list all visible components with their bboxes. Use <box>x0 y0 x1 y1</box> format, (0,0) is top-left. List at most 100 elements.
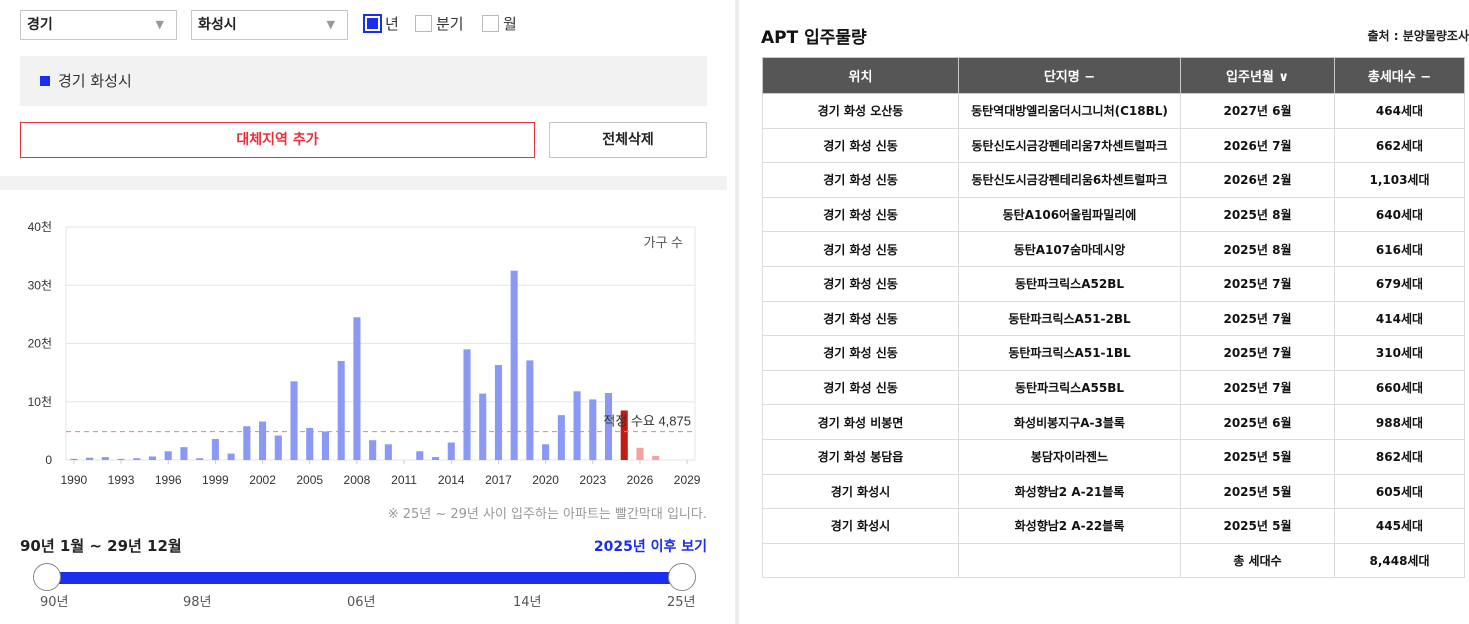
cell-move-in-date: 2025년 5월 <box>1180 508 1335 544</box>
cell-complex-name: 화성향남2 A-21블록 <box>958 473 1181 510</box>
table-row[interactable]: 경기 화성 신동 동탄파크릭스A52BL 2025년 7월 679세대 <box>762 265 1465 302</box>
table-row[interactable]: 경기 화성 신동 동탄A107숨마데시앙 2025년 8월 616세대 <box>762 231 1465 267</box>
x-tick-label: 2014 <box>438 473 465 487</box>
x-tick-label: 1993 <box>108 473 135 487</box>
cell-complex-name: 동탄A106어울림파밀리에 <box>958 196 1181 233</box>
cell-move-in-date: 2026년 7월 <box>1180 127 1335 164</box>
y-tick-label: 10천 <box>28 394 52 409</box>
bar-2014 <box>447 442 455 460</box>
bar-2020 <box>542 444 550 460</box>
add-region-button[interactable]: 대체지역 추가 <box>20 122 535 158</box>
cell-complex-name: 동탄파크릭스A52BL <box>958 265 1181 302</box>
x-tick-label: 1996 <box>155 473 182 487</box>
delete-all-button[interactable]: 전체삭제 <box>549 122 707 158</box>
total-label: 총 세대수 <box>1180 542 1335 579</box>
y-tick-label: 20천 <box>28 336 52 351</box>
apt-panel-title: APT 입주물량 <box>761 28 867 48</box>
cell-unit-count: 640세대 <box>1334 196 1465 233</box>
slider-tick-label: 06년 <box>347 595 376 610</box>
y-tick-label: 40천 <box>28 219 52 234</box>
table-row[interactable]: 경기 화성 신동 동탄A106어울림파밀리에 2025년 8월 640세대 <box>762 196 1465 233</box>
table-row[interactable]: 경기 화성 신동 동탄파크릭스A55BL 2025년 7월 660세대 <box>762 369 1465 406</box>
column-header-location[interactable]: 위치 <box>762 57 959 94</box>
cell-move-in-date: 2026년 2월 <box>1180 162 1335 198</box>
bar-2008 <box>353 317 361 460</box>
bar-2012 <box>416 451 424 460</box>
bar-2027 <box>652 455 660 460</box>
province-select[interactable]: 경기 ▼ <box>20 10 177 40</box>
bar-2019 <box>526 360 534 460</box>
slider-start-handle[interactable] <box>33 563 61 591</box>
supply-bar-chart: 0 10천 20천 30천 40천 1990 1993 1996 1999 2002 2005 200… <box>28 219 701 487</box>
x-tick-label: 1990 <box>61 473 88 487</box>
bar-2010 <box>384 444 392 460</box>
cell-location: 경기 화성 오산동 <box>762 93 959 129</box>
bar-2003 <box>274 435 282 460</box>
table-row[interactable]: 경기 화성 오산동 동탄역대방엘리움더시그니처(C18BL) 2027년 6월 464… <box>762 93 1465 129</box>
cell-unit-count: 414세대 <box>1334 300 1465 337</box>
period-year-label: 년 <box>385 15 399 33</box>
table-row[interactable]: 경기 화성 신동 동탄신도시금강펜테리움7차센트럴파크 2026년 7월 662세대 <box>762 127 1465 164</box>
table-row[interactable]: 경기 화성시 화성향남2 A-21블록 2025년 5월 605세대 <box>762 473 1465 510</box>
cell-location: 경기 화성 신동 <box>762 369 959 406</box>
x-tick-label: 2029 <box>674 473 701 487</box>
table-row[interactable]: 경기 화성시 화성향남2 A-22블록 2025년 5월 445세대 <box>762 508 1465 544</box>
cell-complex-name: 동탄신도시금강펜테리움7차센트럴파크 <box>958 127 1181 164</box>
supply-chart-panel: 경기 ▼ 화성시 ▼ 년 분기 월 경기 화성시 대체지역 추가 전체삭제 01… <box>0 0 727 624</box>
cell-unit-count: 605세대 <box>1334 473 1465 510</box>
series-label: 가구 수 <box>644 235 684 250</box>
x-tick-label: 1999 <box>202 473 229 487</box>
cell-unit-count: 679세대 <box>1334 265 1465 302</box>
period-year-checkbox[interactable]: 년 <box>363 14 399 34</box>
chevron-down-icon: ▼ <box>155 18 164 31</box>
cell-location: 경기 화성 신동 <box>762 265 959 302</box>
period-month-checkbox[interactable]: 월 <box>482 14 517 34</box>
x-tick-label: 2017 <box>485 473 512 487</box>
cell-empty <box>762 542 959 579</box>
bar-1994 <box>133 458 141 460</box>
cell-complex-name: 동탄A107숨마데시앙 <box>958 231 1181 267</box>
cell-empty <box>958 542 1181 579</box>
bar-2002 <box>259 421 267 460</box>
bar-1991 <box>86 457 94 460</box>
table-row[interactable]: 경기 화성 봉담읍 봉담자이라젠느 2025년 5월 862세대 <box>762 438 1465 475</box>
column-header-move-in[interactable]: 입주년월 ∨ <box>1180 57 1335 94</box>
chevron-down-icon: ▼ <box>326 18 335 31</box>
table-row[interactable]: 경기 화성 비봉면 화성비봉지구A-3블록 2025년 6월 988세대 <box>762 404 1465 440</box>
cell-location: 경기 화성 봉담읍 <box>762 438 959 475</box>
province-select-value: 경기 <box>27 17 53 33</box>
city-select[interactable]: 화성시 ▼ <box>191 10 348 40</box>
bar-2023 <box>589 399 597 460</box>
bar-1999 <box>211 439 219 460</box>
table-row[interactable]: 경기 화성 신동 동탄신도시금강펜테리움6차센트럴파크 2026년 2월 1,103세… <box>762 162 1465 198</box>
cell-unit-count: 662세대 <box>1334 127 1465 164</box>
chart-note: ※ 25년 ~ 29년 사이 입주하는 아파트는 빨간막대 입니다. <box>387 507 707 522</box>
period-range-label: 90년 1월 ~ 29년 12월 <box>20 537 182 555</box>
checkbox-checked-icon <box>363 14 382 33</box>
table-row[interactable]: 경기 화성 신동 동탄파크릭스A51-1BL 2025년 7월 310세대 <box>762 335 1465 371</box>
x-tick-label: 2005 <box>296 473 323 487</box>
cell-location: 경기 화성 비봉면 <box>762 404 959 440</box>
table-row[interactable]: 경기 화성 신동 동탄파크릭스A51-2BL 2025년 7월 414세대 <box>762 300 1465 337</box>
bar-2000 <box>227 453 235 460</box>
cell-move-in-date: 2027년 6월 <box>1180 93 1335 129</box>
total-value: 8,448세대 <box>1334 542 1465 579</box>
column-header-units[interactable]: 총세대수 − <box>1334 57 1465 94</box>
cell-unit-count: 310세대 <box>1334 335 1465 371</box>
slider-tick-label: 25년 <box>667 595 696 610</box>
cell-unit-count: 616세대 <box>1334 231 1465 267</box>
table-header-row: 위치 단지명 − 입주년월 ∨ 총세대수 − <box>762 57 1465 94</box>
slider-end-handle[interactable] <box>668 563 696 591</box>
apt-supply-panel: APT 입주물량 출처 : 분양물량조사 위치 단지명 − 입주년월 ∨ 총세대… <box>745 0 1469 624</box>
checkbox-empty-icon <box>415 15 432 32</box>
period-slider-track[interactable] <box>47 572 682 584</box>
cell-unit-count: 660세대 <box>1334 369 1465 406</box>
period-quarter-checkbox[interactable]: 분기 <box>415 14 464 34</box>
cell-move-in-date: 2025년 7월 <box>1180 335 1335 371</box>
column-header-complex[interactable]: 단지명 − <box>958 57 1181 94</box>
after-2025-link[interactable]: 2025년 이후 보기 <box>594 536 707 556</box>
x-tick-label: 2002 <box>249 473 276 487</box>
bar-2007 <box>337 360 345 460</box>
bar-2021 <box>557 415 565 460</box>
cell-location: 경기 화성 신동 <box>762 300 959 337</box>
